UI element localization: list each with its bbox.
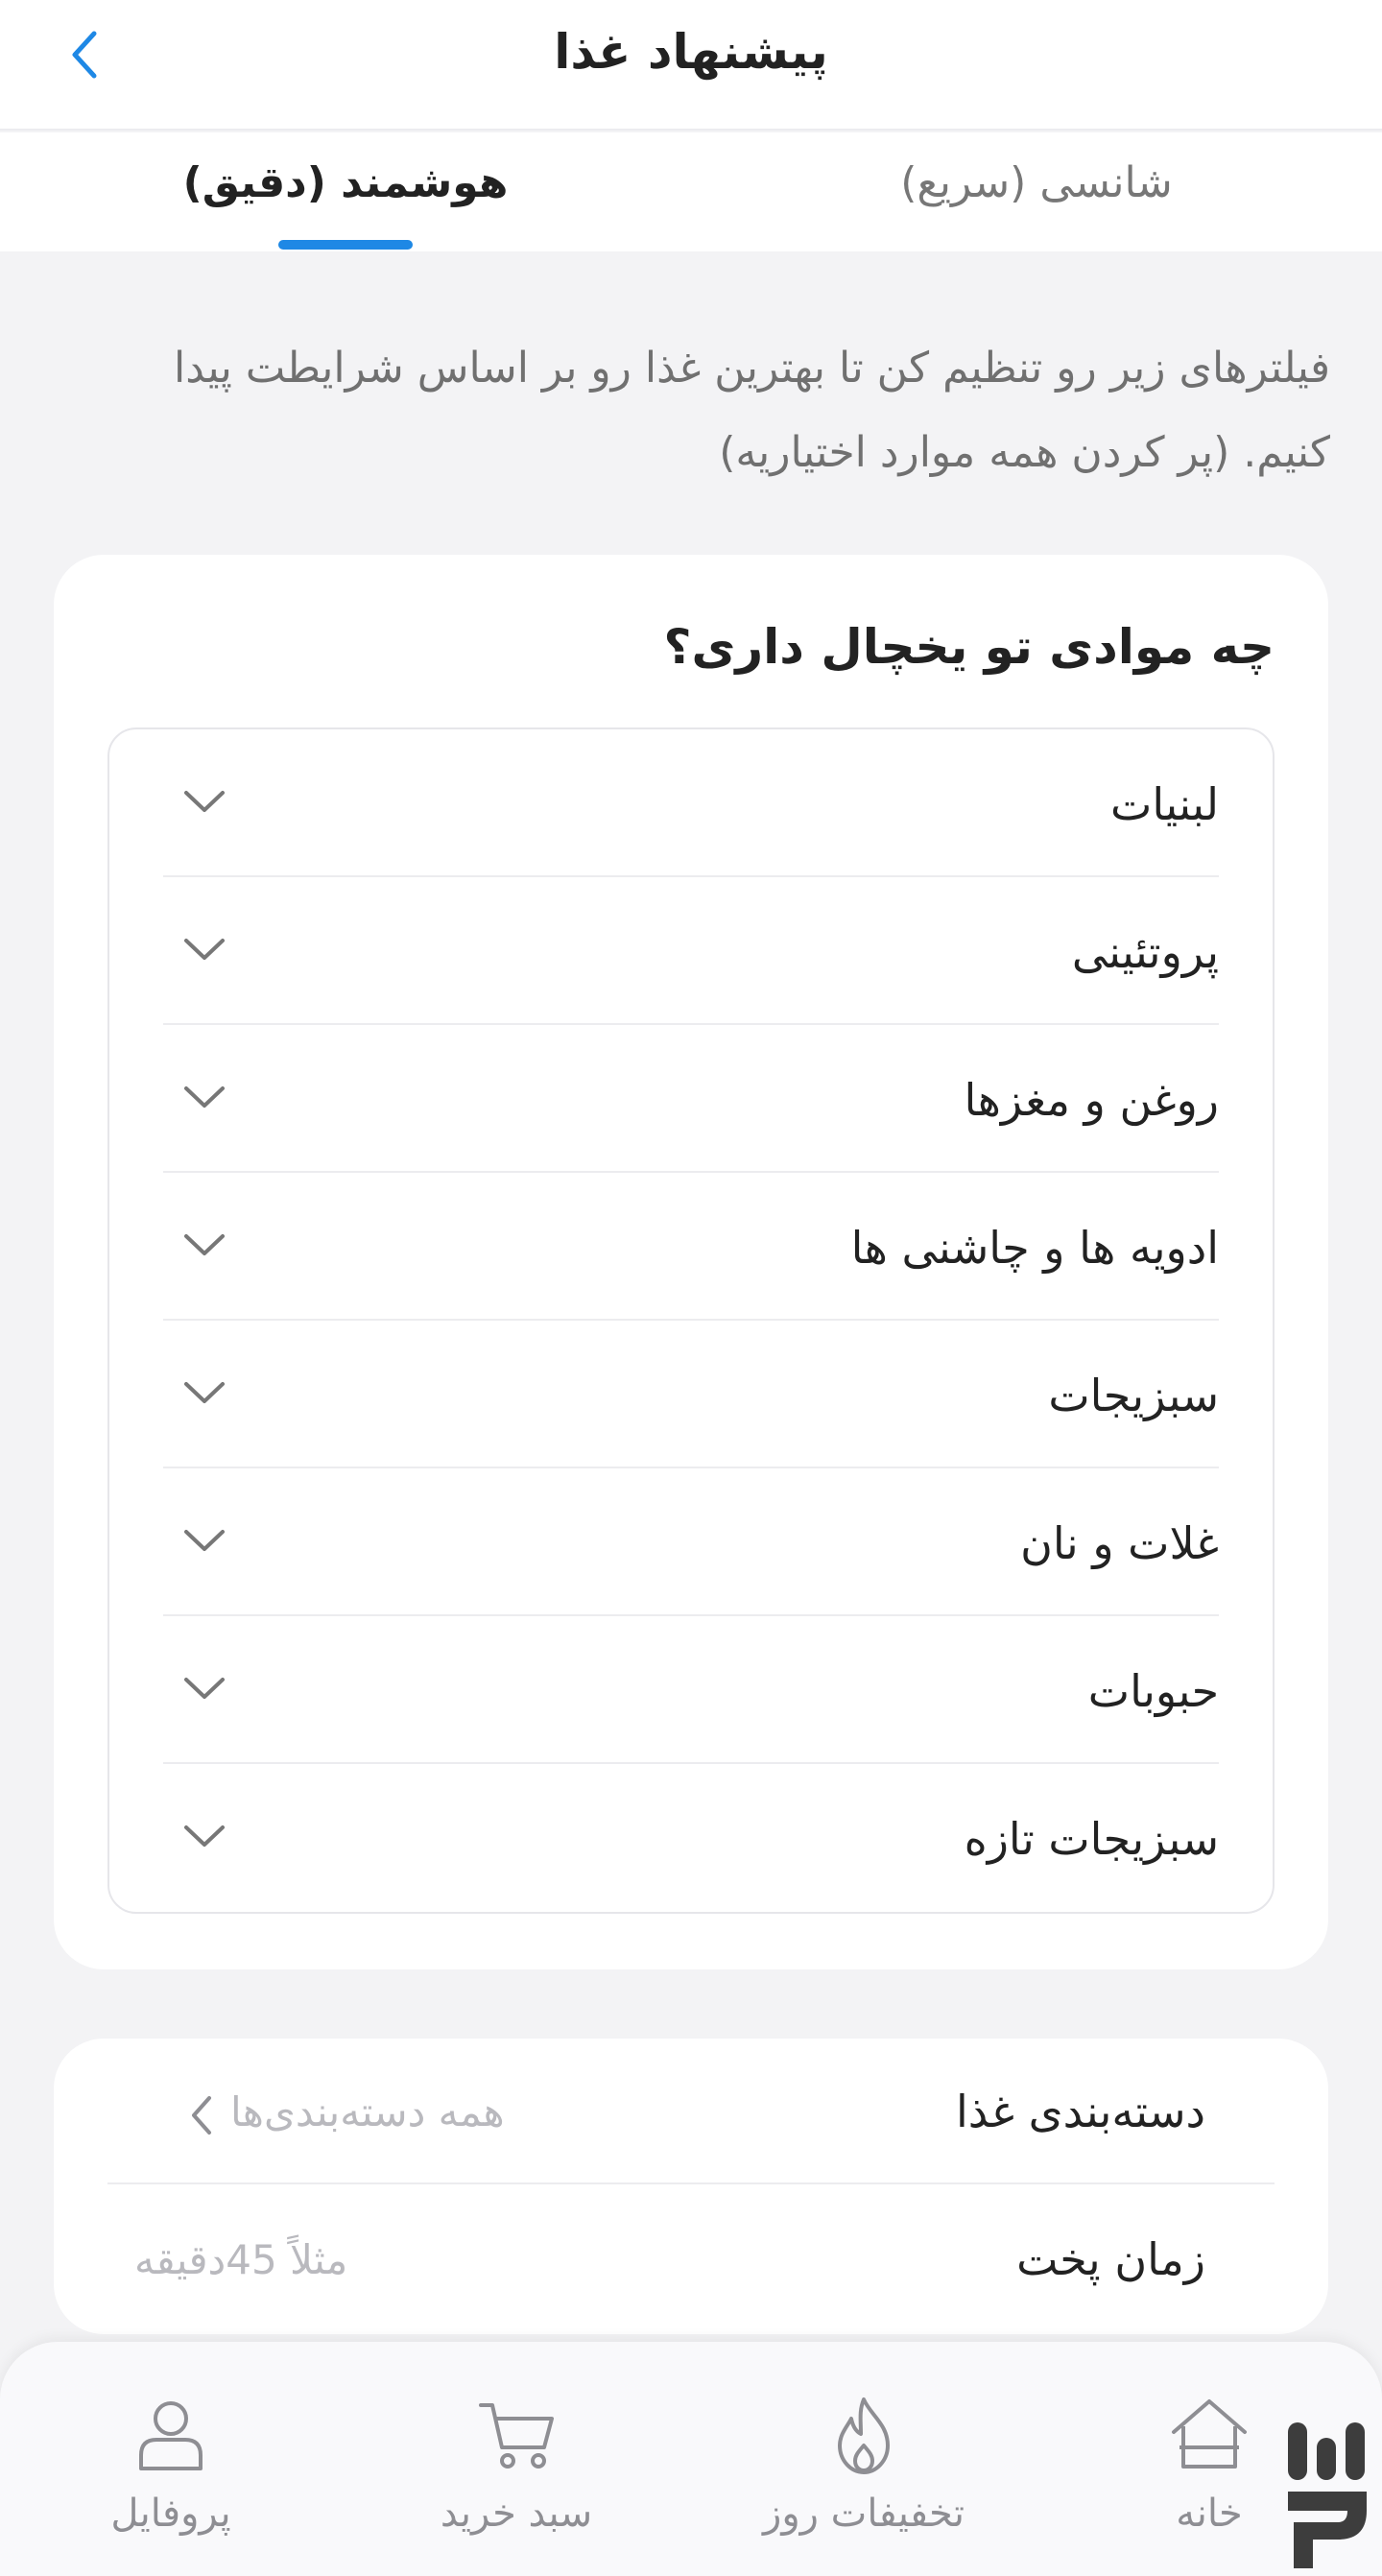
category-label: حبوبات	[1087, 1665, 1219, 1717]
page: پیشنهاد غذا شانسی (سریع) هوشمند (دقیق) ف…	[0, 0, 1382, 2576]
filters-description: فیلترهای زیر رو تنظیم کن تا بهترین غذا ر…	[174, 344, 1330, 477]
active-tab-indicator	[278, 240, 413, 250]
nav-label: تخفیفات روز	[763, 2492, 965, 2536]
category-label: ادویه ها و چاشنی ها	[850, 1222, 1219, 1274]
category-row-vegetables[interactable]: سبزیجات	[163, 1321, 1219, 1468]
category-row-legumes[interactable]: حبوبات	[163, 1616, 1219, 1764]
category-label: پروتئینی	[1071, 926, 1219, 978]
tab-quick[interactable]: شانسی (سریع)	[691, 132, 1382, 251]
header: پیشنهاد غذا	[0, 0, 1382, 131]
chevron-down-icon	[184, 1234, 225, 1255]
nav-label: سبد خرید	[440, 2492, 593, 2536]
chevron-down-icon	[184, 791, 225, 812]
chevron-down-icon	[184, 1382, 225, 1403]
food-category-value: همه دسته‌بندی‌ها	[230, 2088, 505, 2135]
nav-deals[interactable]: تخفیفات روز	[739, 2342, 989, 2576]
tab-bar: شانسی (سریع) هوشمند (دقیق)	[0, 132, 1382, 251]
category-row-spices[interactable]: ادویه ها و چاشنی ها	[163, 1173, 1219, 1321]
chevron-down-icon	[184, 1530, 225, 1551]
tab-smart[interactable]: هوشمند (دقیق)	[0, 132, 691, 251]
chevron-down-icon	[184, 939, 225, 960]
category-row-protein[interactable]: پروتئینی	[163, 877, 1219, 1025]
category-label: غلات و نان	[1020, 1517, 1219, 1569]
nav-cart[interactable]: سبد خرید	[392, 2342, 641, 2576]
chevron-down-icon	[184, 1678, 225, 1699]
nav-label: پروفایل	[110, 2492, 231, 2536]
bottom-nav: پروفایل سبد خرید تخفیفات روز خانه	[0, 2342, 1382, 2576]
ingredients-title: چه موادی تو یخچال داری؟	[663, 619, 1275, 675]
store-logo-icon	[1288, 2422, 1367, 2568]
ingredients-card: چه موادی تو یخچال داری؟ لبنیات پروتئینی …	[54, 555, 1328, 1969]
nav-profile[interactable]: پروفایل	[46, 2342, 296, 2576]
user-icon	[139, 2401, 203, 2470]
cook-time-label: زمان پخت	[1016, 2233, 1205, 2285]
category-label: لبنیات	[1110, 778, 1219, 830]
category-row-fresh-vegetables[interactable]: سبزیجات تازه	[163, 1764, 1219, 1912]
ingredient-category-list: لبنیات پروتئینی روغن و مغزها ادویه ها و …	[107, 727, 1275, 1914]
food-category-row[interactable]: دسته‌بندی غذا همه دسته‌بندی‌ها	[107, 2039, 1275, 2184]
chevron-left-icon	[192, 2096, 211, 2135]
category-label: سبزیجات	[1048, 1370, 1219, 1421]
cook-time-row[interactable]: زمان پخت مثلاً 45دقیقه	[107, 2186, 1275, 2332]
page-title: پیشنهاد غذا	[554, 24, 828, 80]
home-icon	[1172, 2399, 1247, 2469]
food-category-label: دسته‌بندی غذا	[955, 2086, 1205, 2137]
chevron-down-icon	[184, 1086, 225, 1108]
options-card: دسته‌بندی غذا همه دسته‌بندی‌ها زمان پخت …	[54, 2039, 1328, 2334]
divider	[107, 2182, 1275, 2184]
cart-icon	[479, 2403, 554, 2469]
category-label: روغن و مغزها	[964, 1074, 1219, 1126]
category-label: سبزیجات تازه	[964, 1813, 1219, 1865]
category-row-grains-bread[interactable]: غلات و نان	[163, 1468, 1219, 1616]
flame-icon	[838, 2397, 890, 2474]
chevron-down-icon	[184, 1825, 225, 1847]
category-row-dairy[interactable]: لبنیات	[163, 729, 1219, 877]
category-row-oils-nuts[interactable]: روغن و مغزها	[163, 1025, 1219, 1173]
cook-time-input[interactable]: مثلاً 45دقیقه	[134, 2225, 347, 2296]
